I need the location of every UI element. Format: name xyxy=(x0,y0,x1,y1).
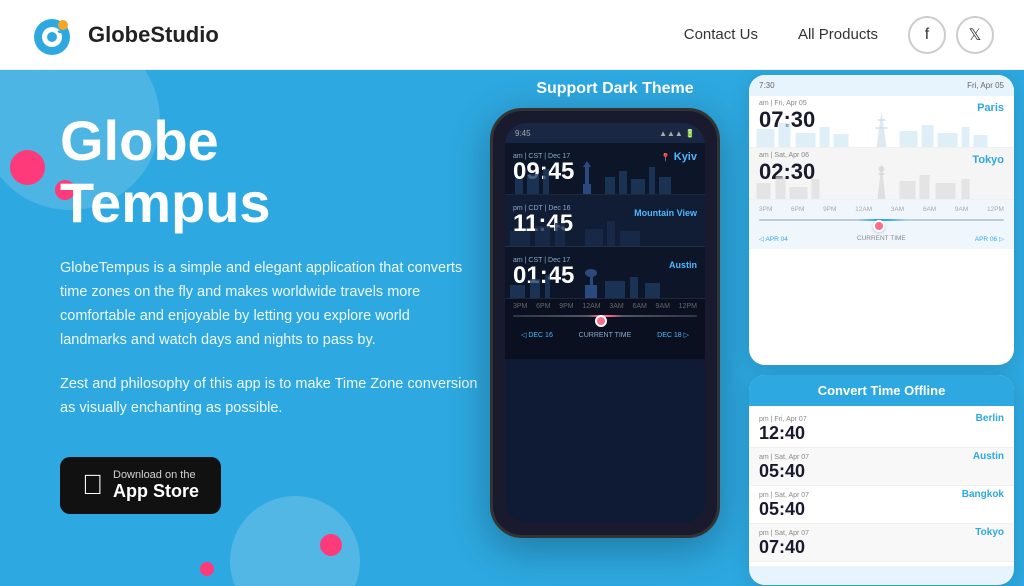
header: GlobeStudio Contact Us All Products f 𝕏 xyxy=(0,0,1024,70)
logo-area: GlobeStudio xyxy=(30,11,684,59)
facebook-button[interactable]: f xyxy=(908,16,946,54)
app-title: Globe Tempus xyxy=(60,110,480,233)
phone-dark-theme-label: Support Dark Theme xyxy=(490,80,740,98)
offline-row-tokyo: pm | Sat, Apr 07 07:40 Tokyo xyxy=(749,524,1014,562)
tokyo-landmark-svg xyxy=(749,161,1014,199)
austin-landmark-svg xyxy=(505,263,705,298)
phone-frame: 9:45 ▲▲▲ 🔋 am | CST | Dec 17 09:45 📍 Kyi… xyxy=(490,108,720,538)
card-top: 7:30 Fri, Apr 05 am | Fri, Apr 05 07:30 … xyxy=(749,75,1014,365)
social-icons: f 𝕏 xyxy=(908,16,994,54)
nav: Contact Us All Products xyxy=(684,26,878,43)
offline-row-austin: am | Sat, Apr 07 05:40 Austin xyxy=(749,448,1014,486)
kyiv-landmark-svg xyxy=(505,159,705,194)
phone-status-bar: 9:45 ▲▲▲ 🔋 xyxy=(505,123,705,143)
appstore-button[interactable]:  Download on the App Store xyxy=(60,457,221,514)
apple-icon:  xyxy=(82,471,103,499)
download-label-bottom: App Store xyxy=(113,481,199,502)
card-row-tokyo: am | Sat, Apr 06 02:30 Tokyo xyxy=(749,148,1014,200)
time-entry-mountainview: pm | CDT | Dec 16 11:45 Mountain View xyxy=(505,195,705,247)
center-phone-mockup: Support Dark Theme 9:45 ▲▲▲ 🔋 am | CST |… xyxy=(490,80,740,538)
card-timeline-area: 3PM6PM9PM12AM3AM6AM9AM12PM ◁ APR 04 CURR… xyxy=(749,200,1014,249)
time-entry-austin: am | CST | Dec 17 01:45 Austin xyxy=(505,247,705,299)
time-entry-kyiv: am | CST | Dec 17 09:45 📍 Kyiv xyxy=(505,143,705,195)
mv-landmark-svg xyxy=(505,211,705,246)
offline-row-berlin: pm | Fri, Apr 07 12:40 Berlin xyxy=(749,410,1014,448)
nav-contact[interactable]: Contact Us xyxy=(684,26,758,43)
logo-text: GlobeStudio xyxy=(88,22,219,48)
app-tagline: Zest and philosophy of this app is to ma… xyxy=(60,373,480,421)
twitter-button[interactable]: 𝕏 xyxy=(956,16,994,54)
facebook-icon: f xyxy=(925,26,929,44)
deco-circle-bottom-pink2 xyxy=(200,562,214,576)
card-row-paris: am | Fri, Apr 05 07:30 Paris xyxy=(749,96,1014,148)
card-offline: Convert Time Offline pm | Fri, Apr 07 12… xyxy=(749,375,1014,585)
paris-landmark-svg xyxy=(749,109,1014,147)
phone-screen: 9:45 ▲▲▲ 🔋 am | CST | Dec 17 09:45 📍 Kyi… xyxy=(505,123,705,523)
offline-card-title: Convert Time Offline xyxy=(749,375,1014,406)
date-nav: ◁ DEC 16 CURRENT TIME DEC 18 ▷ xyxy=(513,327,697,343)
logo-icon xyxy=(30,11,78,59)
twitter-icon: 𝕏 xyxy=(969,25,982,45)
download-label-top: Download on the xyxy=(113,469,199,481)
offline-card-body: pm | Fri, Apr 07 12:40 Berlin am | Sat, … xyxy=(749,406,1014,566)
nav-products[interactable]: All Products xyxy=(798,26,878,43)
deco-circle-pink-big xyxy=(10,150,45,185)
left-content: Globe Tempus GlobeTempus is a simple and… xyxy=(60,110,480,514)
offline-row-bangkok: pm | Sat, Apr 07 05:40 Bangkok xyxy=(749,486,1014,524)
deco-circle-bottom-pink xyxy=(320,534,342,556)
phone-timeline: 3PM6PM9PM 12AM3AM6AM 9AM12PM ◁ DEC 16 CU… xyxy=(505,299,705,359)
hero-section: Globe Tempus GlobeTempus is a simple and… xyxy=(0,70,1024,586)
app-description: GlobeTempus is a simple and elegant appl… xyxy=(60,257,480,353)
